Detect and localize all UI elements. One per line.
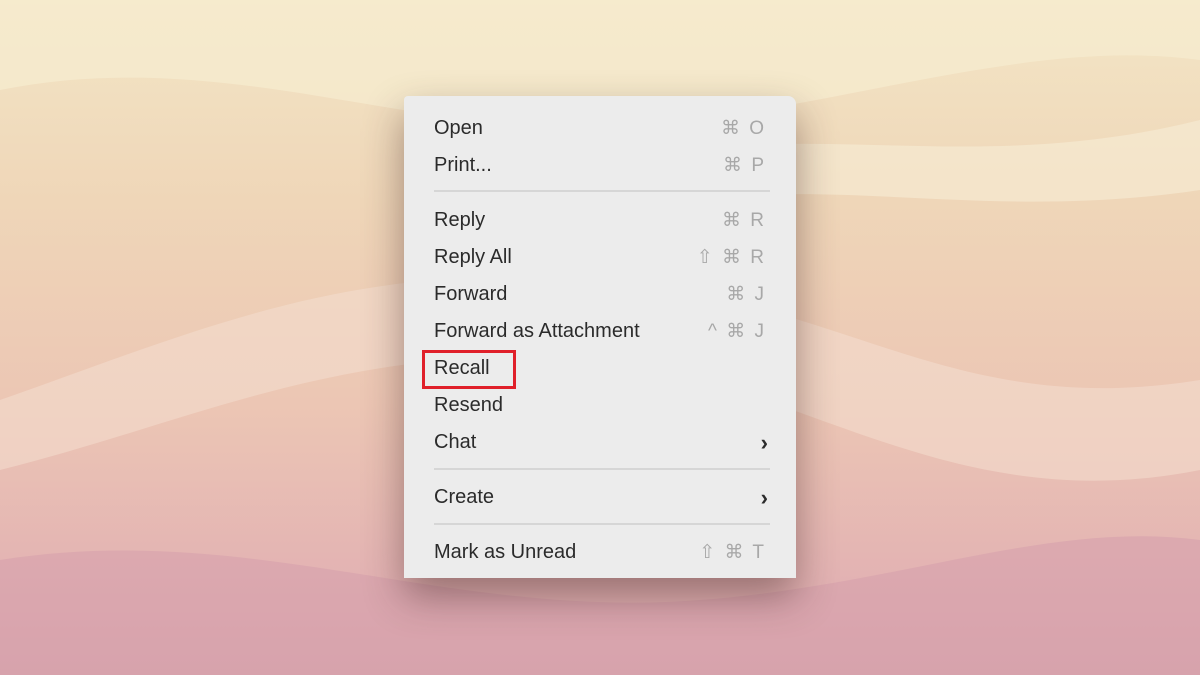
menu-item-label: Reply All: [434, 246, 512, 268]
menu-separator: [434, 190, 770, 192]
menu-item-label: Forward: [434, 283, 508, 305]
keyboard-shortcut: ⇧ ⌘ T: [699, 542, 766, 563]
menu-item-label: Reply: [434, 209, 486, 231]
menu-item-label: Resend: [434, 394, 503, 416]
keyboard-shortcut: ⌘ P: [723, 155, 766, 176]
menu-item-label: Open: [434, 117, 483, 139]
context-menu: Open ⌘ O Print... ⌘ P Reply ⌘ R Reply All ⇧ ⌘ R…: [404, 96, 796, 578]
recall-highlight-box: [422, 350, 516, 389]
menu-item-forward-as-attachment[interactable]: Forward as Attachment ^ ⌘ J: [404, 313, 796, 350]
keyboard-shortcut: ⌘ O: [720, 118, 766, 139]
menu-item-open[interactable]: Open ⌘ O: [404, 110, 796, 147]
keyboard-shortcut: ^ ⌘ J: [708, 321, 766, 342]
menu-item-label: Create: [434, 486, 495, 508]
menu-item-label: Chat: [434, 431, 477, 453]
menu-item-print[interactable]: Print... ⌘ P: [404, 147, 796, 184]
menu-item-label: Mark as Unread: [434, 541, 577, 563]
keyboard-shortcut: ⌘ J: [726, 284, 766, 305]
menu-separator: [434, 468, 770, 470]
menu-item-reply[interactable]: Reply ⌘ R: [404, 202, 796, 239]
chevron-right-icon: ›: [760, 429, 768, 455]
keyboard-shortcut: ⌘ R: [722, 210, 766, 231]
menu-item-create[interactable]: Create ›: [404, 479, 796, 516]
menu-item-mark-as-unread[interactable]: Mark as Unread ⇧ ⌘ T: [404, 534, 796, 571]
menu-separator: [434, 523, 770, 525]
menu-item-forward[interactable]: Forward ⌘ J: [404, 276, 796, 313]
menu-item-reply-all[interactable]: Reply All ⇧ ⌘ R: [404, 239, 796, 276]
chevron-right-icon: ›: [760, 484, 768, 510]
keyboard-shortcut: ⇧ ⌘ R: [696, 247, 766, 268]
menu-item-resend[interactable]: Resend: [404, 387, 796, 424]
menu-item-label: Forward as Attachment: [434, 320, 640, 342]
menu-item-label: Print...: [434, 154, 492, 176]
menu-item-chat[interactable]: Chat ›: [404, 424, 796, 461]
